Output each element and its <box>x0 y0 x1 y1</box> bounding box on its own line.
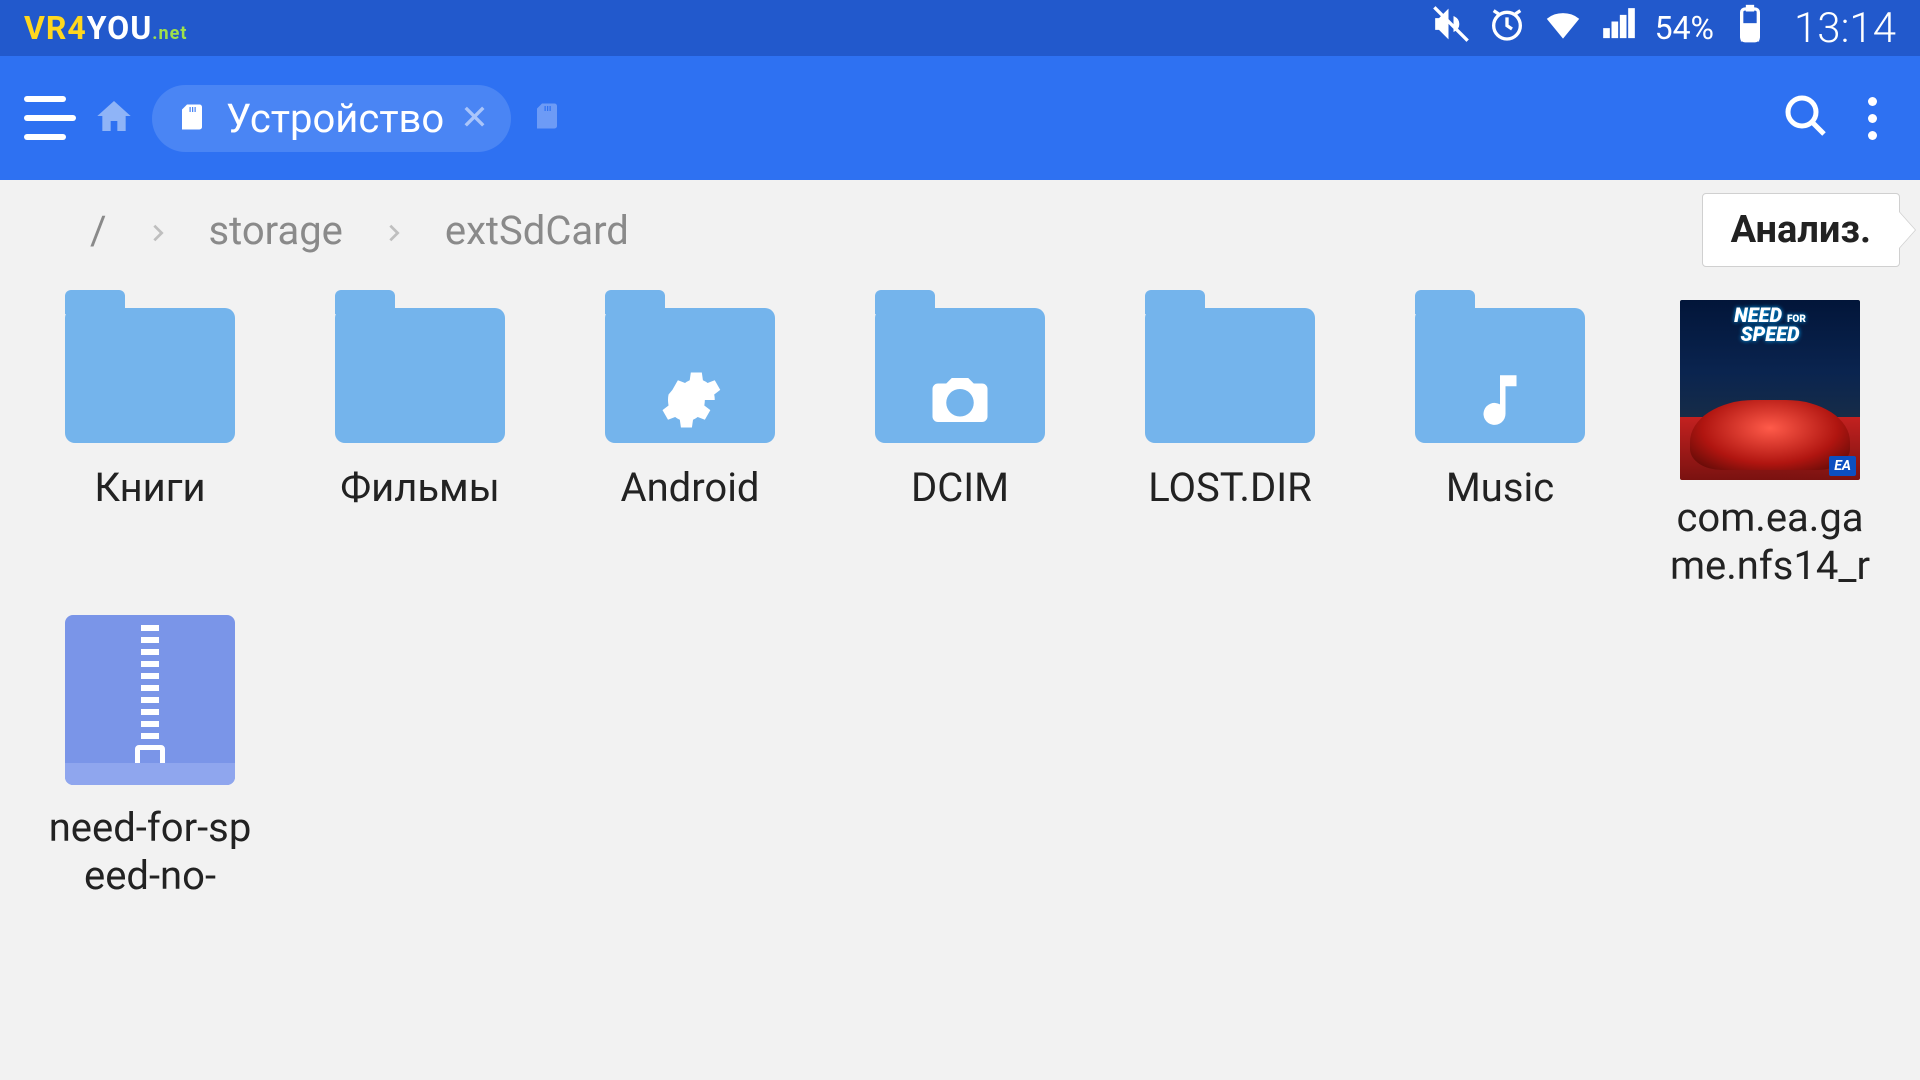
app-toolbar: Устройство ✕ <box>0 56 1920 180</box>
status-clock: 13:14 <box>1794 4 1896 53</box>
item-label: Фильмы <box>340 464 500 512</box>
menu-button[interactable] <box>24 96 76 140</box>
close-tab-button[interactable]: ✕ <box>460 98 489 138</box>
logo-part-you: YOU <box>87 9 153 47</box>
gear-icon <box>657 367 723 437</box>
item-label: Android <box>620 464 759 512</box>
item-label: need-for-speed-no- <box>43 804 258 900</box>
camera-icon <box>927 367 993 437</box>
thumb-title-2: SPEED <box>1740 322 1799 346</box>
chevron-right-icon <box>383 207 405 254</box>
breadcrumb-root[interactable]: / <box>90 207 107 254</box>
breadcrumb-storage[interactable]: storage <box>209 207 343 254</box>
location-tab-device[interactable]: Устройство ✕ <box>152 85 511 152</box>
item-label: LOST.DIR <box>1148 464 1311 512</box>
sdcard-icon <box>174 95 210 142</box>
file-nfs-zip[interactable]: need-for-speed-no- <box>20 610 280 900</box>
logo-part-vr4: VR4 <box>24 9 87 47</box>
file-grid: Книги Фильмы Android DCIM LOST.DIR M <box>0 280 1920 920</box>
item-label: Music <box>1446 464 1554 512</box>
folder-icon <box>1145 308 1315 443</box>
folder-dcim[interactable]: DCIM <box>830 300 1090 590</box>
more-options-button[interactable] <box>1848 97 1896 140</box>
signal-icon <box>1599 4 1639 53</box>
breadcrumb-bar: / storage extSdCard Анализ. <box>0 180 1920 280</box>
secondary-tab-sdcard[interactable] <box>529 101 565 135</box>
logo-part-net: .net <box>152 23 187 44</box>
status-icons: 54% 13:14 <box>1431 4 1896 53</box>
item-label: DCIM <box>911 464 1009 512</box>
analyze-button[interactable]: Анализ. <box>1702 193 1900 267</box>
folder-icon <box>875 308 1045 443</box>
search-button[interactable] <box>1782 92 1830 144</box>
chevron-right-icon <box>147 207 169 254</box>
wifi-icon <box>1543 4 1583 53</box>
item-label: com.ea.game.nfs14_r <box>1663 494 1878 590</box>
folder-android[interactable]: Android <box>560 300 820 590</box>
android-status-bar: VR4YOU.net 54% 13:14 <box>0 0 1920 56</box>
folder-books[interactable]: Книги <box>20 300 280 590</box>
ea-badge: EA <box>1829 456 1856 476</box>
folder-icon <box>65 308 235 443</box>
folder-music[interactable]: Music <box>1370 300 1630 590</box>
folder-lostdir[interactable]: LOST.DIR <box>1100 300 1360 590</box>
breadcrumb-extsdcard[interactable]: extSdCard <box>445 207 629 254</box>
folder-icon <box>335 308 505 443</box>
folder-movies[interactable]: Фильмы <box>290 300 550 590</box>
alarm-icon <box>1487 4 1527 53</box>
app-thumbnail-icon: NEED FOR SPEED EA <box>1680 300 1860 480</box>
tab-label: Устройство <box>226 95 444 142</box>
zip-archive-icon <box>65 615 235 785</box>
music-note-icon <box>1467 367 1533 437</box>
vibrate-mute-icon <box>1431 4 1471 53</box>
home-button[interactable] <box>94 96 134 140</box>
battery-percent: 54% <box>1655 9 1714 47</box>
file-nfs-app[interactable]: NEED FOR SPEED EA com.ea.game.nfs14_r <box>1640 300 1900 590</box>
folder-icon <box>1415 308 1585 443</box>
watermark-logo: VR4YOU.net <box>24 9 187 47</box>
item-label: Книги <box>94 464 205 512</box>
battery-icon <box>1730 4 1770 53</box>
folder-icon <box>605 308 775 443</box>
